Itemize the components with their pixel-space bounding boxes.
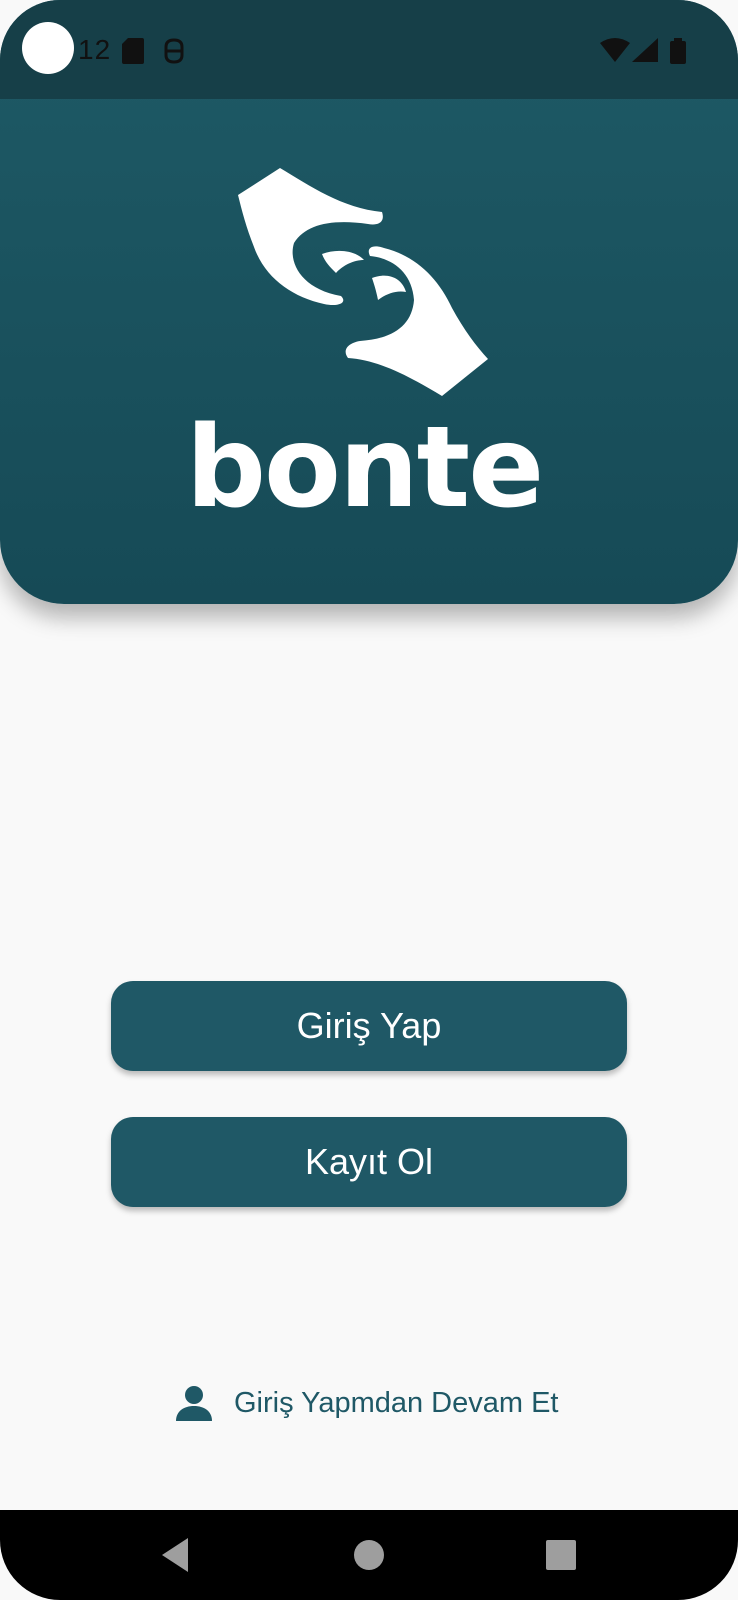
cellular-signal-icon [632, 38, 658, 62]
debug-icon [164, 38, 184, 64]
continue-as-guest-label: Giriş Yapmdan Devam Et [234, 1386, 559, 1419]
header-banner: 12 bonte [0, 0, 738, 604]
navigation-bar [0, 1510, 738, 1600]
camera-cutout [22, 22, 74, 74]
wifi-icon [600, 38, 630, 62]
register-button[interactable]: Kayıt Ol [111, 1117, 627, 1207]
home-circle-icon[interactable] [344, 1530, 394, 1580]
status-bar: 12 [0, 0, 738, 99]
back-triangle-icon[interactable] [152, 1530, 202, 1580]
logo-text: bonte [192, 403, 542, 528]
hands-icon [238, 168, 488, 396]
continue-as-guest-link[interactable]: Giriş Yapmdan Devam Et [176, 1380, 559, 1426]
sd-card-icon [122, 38, 144, 64]
app-screen: 12 bonte Giriş Yap Kayıt Ol Giriş Yapmda… [0, 0, 738, 1600]
bonte-logo: bonte [192, 168, 542, 528]
person-icon [176, 1386, 212, 1421]
recents-square-icon[interactable] [536, 1530, 586, 1580]
login-button[interactable]: Giriş Yap [111, 981, 627, 1071]
battery-icon [670, 38, 686, 64]
status-time: 12 [78, 34, 112, 65]
